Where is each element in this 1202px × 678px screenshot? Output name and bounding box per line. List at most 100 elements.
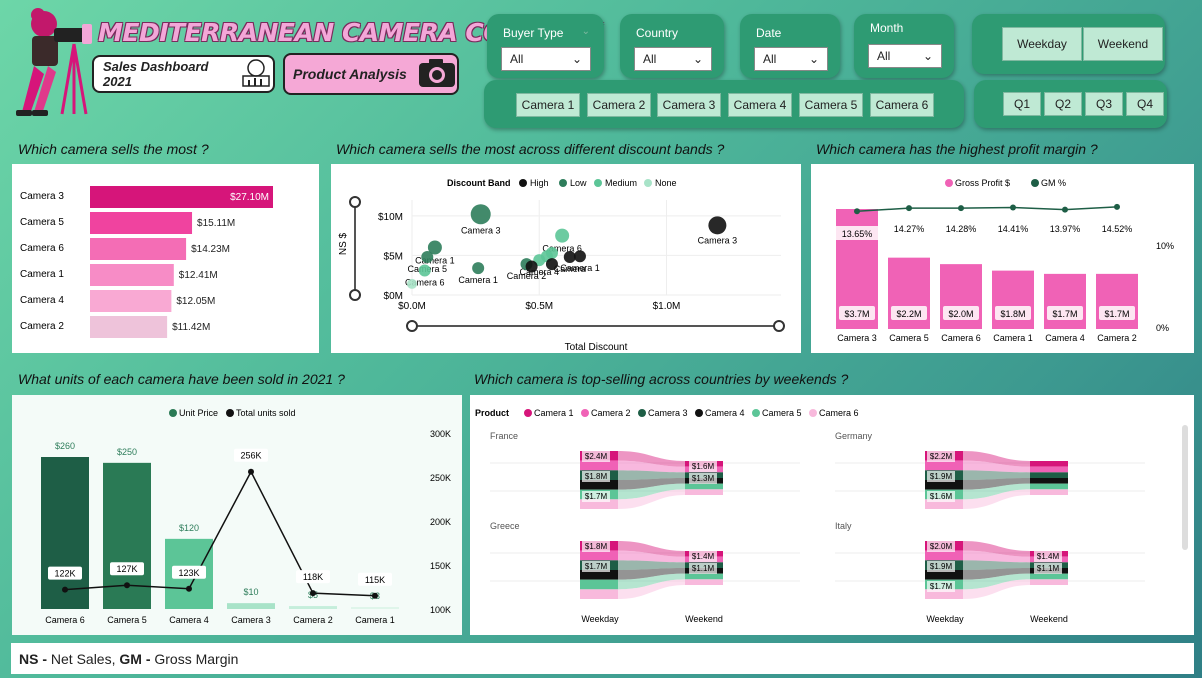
buyer-type-value: All: [510, 52, 524, 66]
weekend-value-label: $1.4M: [1037, 552, 1060, 561]
gm-label: 14.28%: [946, 224, 977, 234]
point-label: Camera 1: [560, 263, 600, 273]
unit-price-bar: [227, 603, 275, 609]
weekday-node: [925, 460, 963, 471]
x-label: Weekday: [581, 614, 619, 624]
category-label: Camera 5: [107, 615, 147, 625]
units-label: 122K: [54, 569, 75, 579]
camera-3-button[interactable]: Camera 3: [657, 93, 721, 117]
bar: [90, 264, 174, 286]
country-weekend-chart: Product Camera 1 Camera 2 Camera 3 Camera 4 C…: [475, 408, 1188, 624]
gm-point: [906, 205, 912, 212]
camera-4-button[interactable]: Camera 4: [728, 93, 792, 117]
units-point: [310, 590, 316, 597]
category-label: Camera 1: [355, 615, 395, 625]
date-select[interactable]: All ⌄: [754, 47, 828, 71]
country-label: France: [490, 431, 518, 441]
q3-button[interactable]: Q3: [1085, 92, 1123, 116]
legend-marker: [945, 179, 953, 187]
month-select[interactable]: All ⌄: [868, 44, 942, 68]
q2-button[interactable]: Q2: [1044, 92, 1082, 116]
q4-button[interactable]: Q4: [1126, 92, 1164, 116]
weekday-value-label: $1.9M: [930, 562, 953, 571]
y2-tick-label: 300K: [430, 429, 451, 439]
point-label: Camera 3: [698, 235, 738, 245]
discount-scatter-chart: Discount Band High Low Medium None$0M$5M$10M…: [338, 178, 785, 353]
legend-marker: [1031, 179, 1039, 187]
month-slicer: Month All ⌄: [854, 14, 954, 78]
camera-icon: [417, 57, 457, 92]
point-label: Camera 3: [461, 225, 501, 235]
buyer-type-select[interactable]: All ⌄: [501, 47, 591, 71]
y-tick-label: $5M: [384, 251, 403, 262]
category-label: Camera 3: [837, 333, 877, 343]
x-tick-label: $0.0M: [398, 301, 426, 312]
legend-title: Product: [475, 408, 509, 418]
bar: [90, 316, 168, 338]
sales-bar-chart: Camera 3 $27.10M Camera 5 $15.11M Camera 6 $1…: [20, 186, 273, 338]
weekend-value-label: $1.1M: [1037, 564, 1060, 573]
gm-line: [856, 206, 1118, 212]
unit-price-bar: [41, 457, 89, 609]
month-value: All: [877, 49, 891, 63]
profit-bar-label: $1.8M: [1000, 309, 1025, 319]
bar: [90, 238, 187, 260]
weekend-node: [1030, 472, 1068, 478]
legend-marker: [638, 409, 646, 417]
scrollbar: [1182, 425, 1188, 550]
category-label: Camera 3: [231, 615, 271, 625]
legend-label: None: [655, 178, 677, 188]
y-tick-label: $10M: [378, 212, 403, 223]
category-label: Camera 2: [293, 615, 333, 625]
units-point: [372, 592, 378, 599]
date-value: All: [763, 52, 777, 66]
legend-label: Low: [570, 178, 587, 188]
units-card: Unit Price Total units sold 300K 250K 200K 15…: [12, 395, 462, 635]
profit-bar-label: $1.7M: [1052, 309, 1077, 319]
gm-abbr: GM -: [119, 651, 151, 667]
weekend-node: [1030, 579, 1068, 585]
weekend-value-label: $1.6M: [692, 462, 715, 471]
x-tick-label: $0.5M: [525, 301, 553, 312]
weekday-button[interactable]: Weekday: [1002, 27, 1082, 61]
profit-bar: [992, 270, 1034, 329]
camera-2-button[interactable]: Camera 2: [587, 93, 651, 117]
scatter-point: [563, 251, 576, 263]
weekday-node: [580, 589, 618, 599]
product-analysis-button[interactable]: Product Analysis: [283, 53, 459, 95]
y2-tick-label: 0%: [1156, 323, 1169, 333]
camera-1-button[interactable]: Camera 1: [516, 93, 580, 117]
x-label: Weekend: [685, 614, 723, 624]
weekend-node: [1030, 466, 1068, 473]
weekday-value-label: $1.7M: [930, 582, 953, 591]
bar-category-label: Camera 1: [20, 269, 64, 280]
weekday-value-label: $1.7M: [585, 492, 608, 501]
weekday-value-label: $2.4M: [585, 452, 608, 461]
camera-6-button[interactable]: Camera 6: [870, 93, 934, 117]
legend-label: Unit Price: [179, 408, 218, 418]
gm-label: 14.27%: [894, 224, 925, 234]
chevron-down-icon: ⌄: [922, 49, 933, 63]
scatter-point: [545, 258, 558, 271]
y-zoom-handle: [349, 289, 361, 301]
country-select[interactable]: All ⌄: [634, 47, 712, 71]
camera-5-button[interactable]: Camera 5: [799, 93, 863, 117]
bar: [90, 212, 193, 234]
y2-tick-label: 250K: [430, 473, 451, 483]
units-label: 123K: [178, 568, 199, 578]
unit-price-label: $120: [179, 523, 199, 533]
q4-title: What units of each camera have been sold…: [18, 371, 345, 387]
weekday-node: [580, 579, 618, 590]
weekday-slicer: Weekday Weekend: [972, 14, 1165, 74]
weekend-button[interactable]: Weekend: [1083, 27, 1163, 61]
bar-category-label: Camera 6: [20, 243, 64, 254]
legend-title: Discount Band: [447, 178, 511, 188]
profit-bar: [1044, 273, 1086, 329]
y-axis-label: NS $: [338, 232, 349, 255]
unit-price-label: $260: [55, 441, 75, 451]
q1-button[interactable]: Q1: [1003, 92, 1041, 116]
x-tick-label: $1.0M: [653, 301, 681, 312]
sales-dashboard-button[interactable]: Sales Dashboard 2021: [92, 55, 275, 93]
units-label: 256K: [240, 451, 261, 461]
category-label: Camera 4: [169, 615, 209, 625]
